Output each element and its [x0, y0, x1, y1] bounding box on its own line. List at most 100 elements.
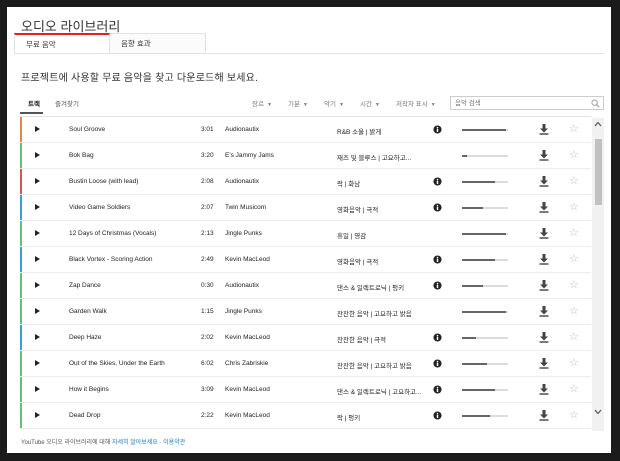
- search-icon[interactable]: [591, 99, 600, 108]
- subtab-tracks[interactable]: 트랙: [28, 98, 40, 108]
- tab-divider: [14, 53, 604, 54]
- star-icon[interactable]: ☆: [569, 148, 579, 162]
- attribution-icon[interactable]: [433, 255, 442, 264]
- track-row[interactable]: 12 Days of Christmas (Vocals) 2:13 Jingle …: [20, 221, 591, 247]
- track-row[interactable]: Dead Drop 2:22 Kevin MacLeod 락 | 펑키 ☆: [20, 403, 591, 429]
- track-row[interactable]: How it Begins 3:09 Kevin MacLeod 댄스 & 일렉트로닉…: [20, 377, 591, 403]
- play-icon[interactable]: [35, 178, 40, 184]
- star-icon[interactable]: ☆: [569, 200, 579, 214]
- track-row[interactable]: Soul Groove 3:01 Audionautix R&B 소울 | 밝게 ☆: [20, 117, 591, 143]
- track-duration: 2:02: [201, 334, 214, 341]
- track-row[interactable]: Video Game Soldiers 2:07 Twin Musicom 영화음악 …: [20, 195, 591, 221]
- play-icon[interactable]: [35, 152, 40, 158]
- attribution-icon[interactable]: [433, 177, 442, 186]
- tab-free-music[interactable]: 무료 음악: [14, 33, 110, 53]
- track-row[interactable]: Garden Walk 1:15 Jingle Punks 잔잔한 음악 | 고요하고…: [20, 299, 591, 325]
- terms-link[interactable]: 이용약관: [163, 440, 185, 446]
- popularity-bar: [462, 311, 508, 313]
- tab-sound-effects[interactable]: 음향 효과: [110, 33, 206, 53]
- track-row[interactable]: Deep Haze 2:02 Kevin MacLeod 잔잔한 음악 | 극적 ☆: [20, 325, 591, 351]
- star-icon[interactable]: ☆: [569, 278, 579, 292]
- track-row[interactable]: Zap Dance 0:30 Audionautix 댄스 & 일렉트로닉 | 펑키 ☆: [20, 273, 591, 299]
- play-icon[interactable]: [35, 282, 40, 288]
- track-genre: 락 | 펑키: [337, 415, 361, 422]
- track-genre: 재즈 및 블루스 | 고요하고...: [337, 155, 412, 162]
- download-icon[interactable]: [539, 358, 549, 369]
- download-icon[interactable]: [539, 306, 549, 317]
- star-icon[interactable]: ☆: [569, 382, 579, 396]
- scroll-up-icon[interactable]: [593, 120, 603, 128]
- attribution-icon[interactable]: [433, 385, 442, 394]
- play-icon[interactable]: [35, 386, 40, 392]
- track-genre: 영화음악 | 극적: [337, 207, 379, 214]
- star-icon[interactable]: ☆: [569, 356, 579, 370]
- star-icon[interactable]: ☆: [569, 304, 579, 318]
- track-duration: 1:15: [201, 308, 214, 315]
- filter-attribution[interactable]: 저작자 표시 ▼: [396, 98, 436, 108]
- download-icon[interactable]: [539, 410, 549, 421]
- search-box[interactable]: [450, 96, 604, 110]
- attribution-icon[interactable]: [433, 359, 442, 368]
- star-icon[interactable]: ☆: [569, 252, 579, 266]
- filter-mood[interactable]: 기분 ▼: [288, 98, 308, 108]
- track-duration: 3:20: [201, 152, 214, 159]
- genre-color-stripe: [20, 247, 22, 272]
- download-icon[interactable]: [539, 384, 549, 395]
- track-artist: Kevin MacLeod: [225, 334, 270, 341]
- genre-color-stripe: [20, 221, 22, 246]
- attribution-icon[interactable]: [433, 411, 442, 420]
- track-row[interactable]: Bustin Loose (with lead) 2:08 Audionautix 락…: [20, 169, 591, 195]
- track-genre: 잔잔한 음악 | 고요하고 밝음: [337, 363, 412, 370]
- caret-down-icon: ▼: [338, 102, 344, 108]
- track-row[interactable]: Black Vortex - Scoring Action 2:49 Kevin M…: [20, 247, 591, 273]
- track-list: Soul Groove 3:01 Audionautix R&B 소울 | 밝게 ☆ Bo…: [20, 116, 591, 432]
- play-icon[interactable]: [35, 230, 40, 236]
- popularity-bar: [462, 129, 508, 131]
- attribution-icon[interactable]: [433, 281, 442, 290]
- genre-color-stripe: [20, 117, 22, 142]
- scrollbar-thumb[interactable]: [595, 139, 602, 205]
- track-name: How it Begins: [69, 386, 109, 393]
- search-input[interactable]: [455, 98, 585, 108]
- attribution-icon[interactable]: [433, 333, 442, 342]
- download-icon[interactable]: [539, 202, 549, 213]
- track-artist: Jingle Punks: [225, 308, 262, 315]
- play-icon[interactable]: [35, 334, 40, 340]
- play-icon[interactable]: [35, 308, 40, 314]
- download-icon[interactable]: [539, 280, 549, 291]
- subtab-favorites[interactable]: 즐겨찾기: [55, 98, 79, 108]
- track-row[interactable]: Bok Bag 3:20 E's Jammy Jams 재즈 및 블루스 | 고요하고…: [20, 143, 591, 169]
- popularity-bar: [462, 259, 508, 261]
- download-icon[interactable]: [539, 254, 549, 265]
- play-icon[interactable]: [35, 126, 40, 132]
- track-name: Soul Groove: [69, 126, 106, 133]
- download-icon[interactable]: [539, 332, 549, 343]
- star-icon[interactable]: ☆: [569, 174, 579, 188]
- filter-instrument-label: 악기: [324, 101, 336, 108]
- star-icon[interactable]: ☆: [569, 330, 579, 344]
- popularity-bar: [462, 389, 508, 391]
- download-icon[interactable]: [539, 124, 549, 135]
- download-icon[interactable]: [539, 150, 549, 161]
- toolbar: 트랙 즐겨찾기 장르 ▼ 기분 ▼ 악기 ▼ 시간 ▼ 저작자 표시 ▼: [7, 96, 611, 114]
- track-row[interactable]: Out of the Skies, Under the Earth 6:02 Chr…: [20, 351, 591, 377]
- scroll-down-icon[interactable]: [593, 408, 603, 416]
- filter-duration[interactable]: 시간 ▼: [360, 98, 380, 108]
- learn-more-link[interactable]: 자세히 알아보세요: [112, 440, 158, 446]
- filter-instrument[interactable]: 악기 ▼: [324, 98, 344, 108]
- download-icon[interactable]: [539, 176, 549, 187]
- star-icon[interactable]: ☆: [569, 408, 579, 422]
- attribution-icon[interactable]: [433, 203, 442, 212]
- star-icon[interactable]: ☆: [569, 122, 579, 136]
- play-icon[interactable]: [35, 360, 40, 366]
- attribution-icon[interactable]: [433, 125, 442, 134]
- download-icon[interactable]: [539, 228, 549, 239]
- star-icon[interactable]: ☆: [569, 226, 579, 240]
- track-artist: Audionautix: [225, 178, 259, 185]
- popularity-fill: [462, 311, 506, 313]
- play-icon[interactable]: [35, 204, 40, 210]
- play-icon[interactable]: [35, 256, 40, 262]
- play-icon[interactable]: [35, 412, 40, 418]
- filter-genre[interactable]: 장르 ▼: [252, 98, 272, 108]
- popularity-bar: [462, 233, 508, 235]
